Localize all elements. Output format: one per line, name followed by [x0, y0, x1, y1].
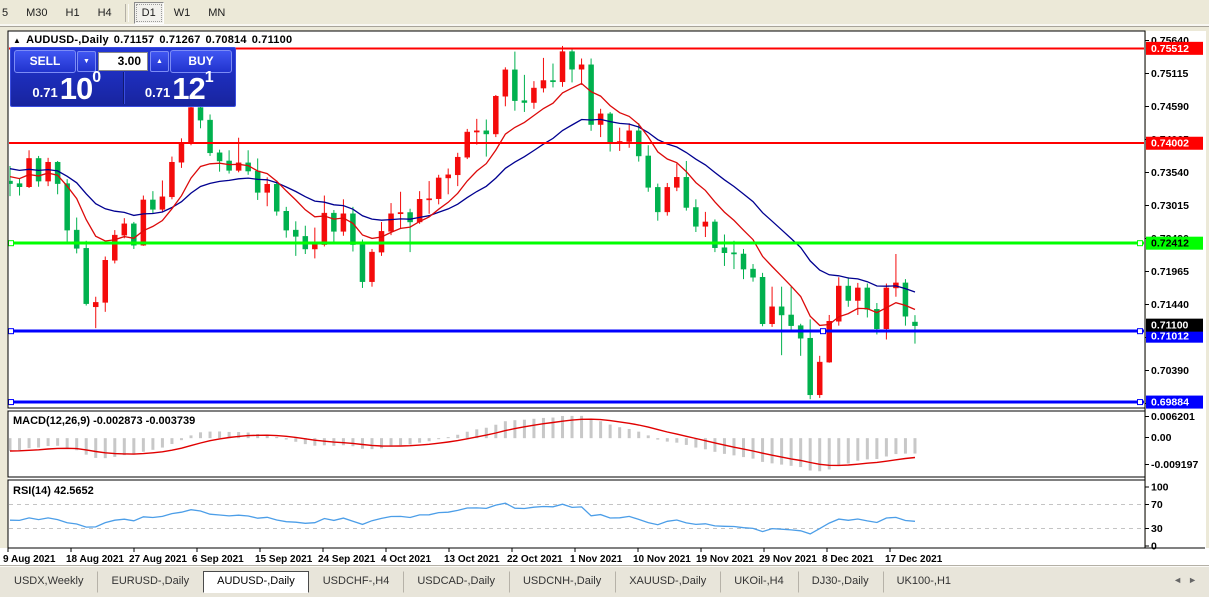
hline-handle[interactable] — [9, 329, 14, 334]
svg-text:29 Nov 2021: 29 Nov 2021 — [759, 554, 817, 565]
svg-text:27 Aug 2021: 27 Aug 2021 — [129, 554, 187, 565]
svg-text:0.00: 0.00 — [1151, 432, 1172, 444]
svg-text:0.71440: 0.71440 — [1151, 299, 1189, 311]
mt4-app: 5M30H1H4D1W1MN 0.756400.751150.745900.74… — [0, 0, 1209, 597]
svg-text:0.71100: 0.71100 — [1151, 320, 1189, 332]
chart-tab-usdchf-h4[interactable]: USDCHF-,H4 — [309, 571, 404, 593]
svg-text:70: 70 — [1151, 499, 1163, 511]
macd-label: MACD(12,26,9) -0.002873 -0.003739 — [13, 415, 195, 427]
buy-price-pips: 12 — [172, 75, 204, 103]
svg-text:0.73015: 0.73015 — [1151, 200, 1189, 212]
rsi-label: RSI(14) 42.5652 — [13, 485, 94, 497]
buy-price[interactable]: 0.71 12 1 — [124, 72, 236, 104]
chart-tab-audusd-daily[interactable]: AUDUSD-,Daily — [203, 571, 309, 593]
sell-price-pips: 10 — [60, 75, 92, 103]
timeframe-button-d1[interactable]: D1 — [134, 2, 164, 24]
sell-price[interactable]: 0.71 10 0 — [11, 72, 124, 104]
svg-text:0.75115: 0.75115 — [1151, 68, 1189, 80]
svg-text:0.72412: 0.72412 — [1151, 238, 1189, 250]
toolbar-separator — [125, 4, 129, 22]
volume-input[interactable]: 3.00 — [98, 52, 148, 71]
chart-tab-usdx-weekly[interactable]: USDX,Weekly — [0, 571, 97, 593]
chart-tab-usdcad-daily[interactable]: USDCAD-,Daily — [403, 571, 509, 593]
quote-high: 0.71267 — [159, 34, 200, 46]
svg-text:0.006201: 0.006201 — [1151, 411, 1195, 423]
symbol-title: AUDUSD-,Daily — [26, 34, 109, 46]
quote-close: 0.71100 — [252, 34, 293, 46]
hline-handle[interactable] — [9, 400, 14, 405]
current-price-label: 0.71100 — [1146, 319, 1203, 332]
svg-text:19 Nov 2021: 19 Nov 2021 — [696, 554, 754, 565]
plot-bg — [8, 31, 1145, 548]
collapse-chart-icon[interactable]: ▲ — [13, 36, 21, 45]
svg-text:4 Oct 2021: 4 Oct 2021 — [381, 554, 431, 565]
timeframe-button-m30[interactable]: M30 — [18, 2, 55, 24]
svg-text:22 Oct 2021: 22 Oct 2021 — [507, 554, 563, 565]
spinner-down-icon: ▼ — [83, 58, 90, 65]
quote-low: 0.70814 — [206, 34, 247, 46]
buy-price-point: 1 — [205, 70, 214, 86]
tab-scroll-right-icon[interactable]: ► — [1188, 575, 1203, 585]
tab-scroll-left-icon[interactable]: ◄ — [1173, 575, 1188, 585]
svg-text:0: 0 — [1151, 541, 1157, 553]
svg-text:15 Sep 2021: 15 Sep 2021 — [255, 554, 313, 565]
svg-text:6 Sep 2021: 6 Sep 2021 — [192, 554, 244, 565]
chart-tab-ukoil-h4[interactable]: UKOil-,H4 — [720, 571, 798, 593]
svg-text:0.71012: 0.71012 — [1151, 331, 1189, 343]
buy-price-base: 0.71 — [145, 83, 170, 103]
spinner-up-icon: ▲ — [156, 58, 163, 65]
timeframe-toolbar: 5M30H1H4 D1W1MN — [0, 0, 1209, 27]
svg-text:10 Nov 2021: 10 Nov 2021 — [633, 554, 691, 565]
svg-text:17 Dec 2021: 17 Dec 2021 — [885, 554, 943, 565]
svg-text:0.70390: 0.70390 — [1151, 365, 1189, 377]
one-click-trading-panel: SELL ▼ 3.00 ▲ BUY 0.71 10 0 0.71 12 1 — [10, 47, 236, 107]
timeframe-button-5[interactable]: 5 — [0, 2, 16, 24]
chart-tabs-bar: USDX,WeeklyEURUSD-,DailyAUDUSD-,DailyUSD… — [0, 565, 1209, 597]
hline-handle[interactable] — [9, 241, 14, 246]
svg-text:0.71965: 0.71965 — [1151, 266, 1189, 278]
sell-price-point: 0 — [92, 70, 101, 86]
svg-text:13 Oct 2021: 13 Oct 2021 — [444, 554, 500, 565]
chart-title-bar: ▲ AUDUSD-,Daily 0.71157 0.71267 0.70814 0.711… — [13, 34, 297, 46]
sell-price-base: 0.71 — [32, 83, 57, 103]
svg-text:0.74590: 0.74590 — [1151, 101, 1189, 113]
svg-text:100: 100 — [1151, 482, 1169, 494]
chart-tab-xauusd-daily[interactable]: XAUUSD-,Daily — [615, 571, 720, 593]
svg-text:1 Nov 2021: 1 Nov 2021 — [570, 554, 623, 565]
chart-tab-dj30-daily[interactable]: DJ30-,Daily — [798, 571, 883, 593]
hline-handle[interactable] — [1138, 241, 1143, 246]
hline-handle[interactable] — [1138, 329, 1143, 334]
svg-text:18 Aug 2021: 18 Aug 2021 — [66, 554, 124, 565]
svg-text:0.69884: 0.69884 — [1151, 397, 1189, 409]
hline-handle[interactable] — [821, 329, 826, 334]
svg-text:0.74002: 0.74002 — [1151, 138, 1189, 150]
timeframe-button-mn[interactable]: MN — [200, 2, 233, 24]
svg-text:8 Dec 2021: 8 Dec 2021 — [822, 554, 874, 565]
sell-button[interactable]: SELL — [14, 50, 76, 73]
timeframe-button-h4[interactable]: H4 — [90, 2, 120, 24]
buy-button[interactable]: BUY — [170, 50, 232, 73]
timeframe-button-h1[interactable]: H1 — [58, 2, 88, 24]
chart-tab-eurusd-daily[interactable]: EURUSD-,Daily — [97, 571, 203, 593]
chart-tab-usdcnh-daily[interactable]: USDCNH-,Daily — [509, 571, 615, 593]
chart-tab-uk100-h1[interactable]: UK100-,H1 — [883, 571, 965, 593]
timeframe-button-w1[interactable]: W1 — [166, 2, 199, 24]
svg-text:0.75512: 0.75512 — [1151, 43, 1189, 55]
svg-text:9 Aug 2021: 9 Aug 2021 — [3, 554, 56, 565]
svg-text:30: 30 — [1151, 523, 1163, 535]
hline-handle[interactable] — [1138, 400, 1143, 405]
svg-text:-0.009197: -0.009197 — [1151, 459, 1198, 471]
quote-open: 0.71157 — [114, 34, 155, 46]
svg-text:0.73540: 0.73540 — [1151, 167, 1189, 179]
volume-increase-button[interactable]: ▲ — [150, 51, 169, 72]
svg-text:24 Sep 2021: 24 Sep 2021 — [318, 554, 376, 565]
